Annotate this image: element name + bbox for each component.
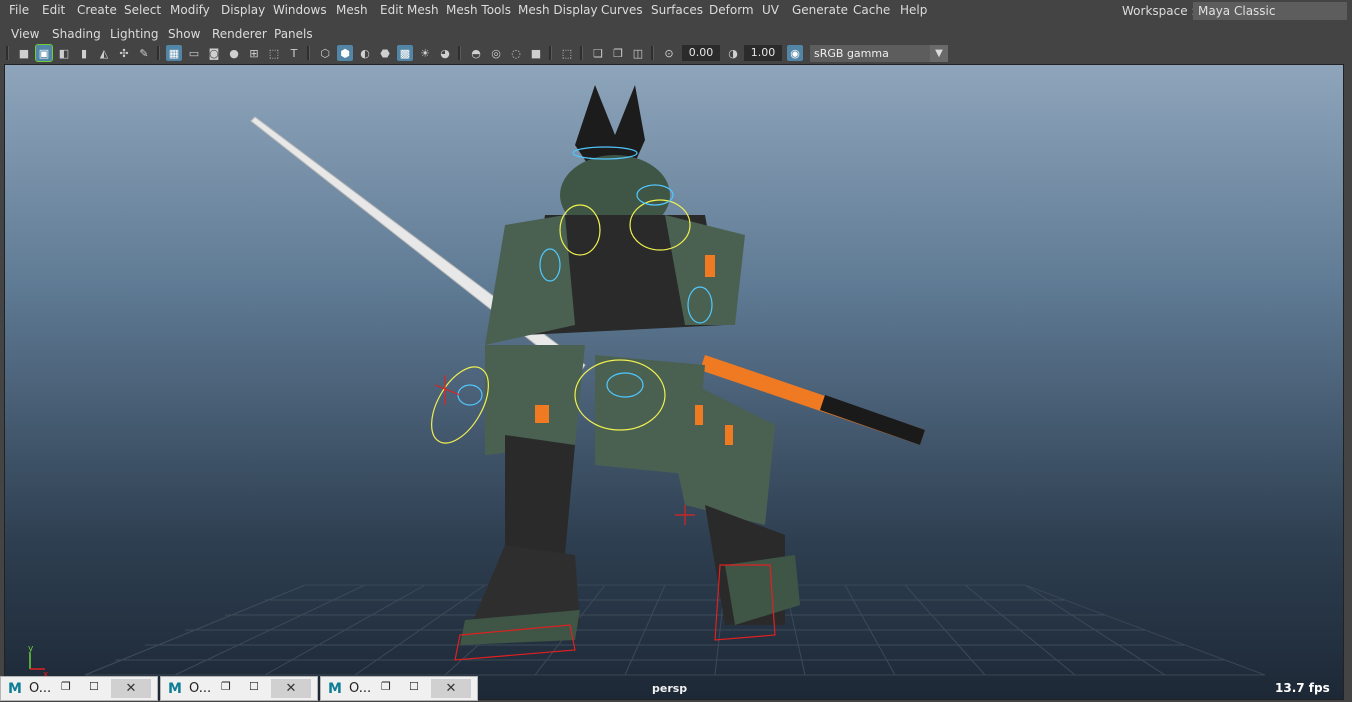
- menu-help[interactable]: Help: [900, 3, 927, 17]
- menu-modify[interactable]: Modify: [170, 3, 210, 17]
- window-title: O...: [349, 681, 372, 696]
- menu-uv[interactable]: UV: [762, 3, 779, 17]
- camera-attributes-icon[interactable]: ▣: [35, 44, 53, 62]
- ground-grid: [84, 584, 1266, 676]
- menu-edit-mesh[interactable]: Edit Mesh: [380, 3, 439, 17]
- maya-icon: M: [8, 681, 22, 697]
- workspace-label: Workspace :: [1122, 4, 1196, 18]
- menu-mesh-tools[interactable]: Mesh Tools: [446, 3, 511, 17]
- anti-aliasing-icon[interactable]: ◌: [508, 45, 524, 61]
- wireframe-icon[interactable]: ⬡: [317, 45, 333, 61]
- menu-create[interactable]: Create: [77, 3, 117, 17]
- menu-curves[interactable]: Curves: [601, 3, 643, 17]
- panel-menu-shading[interactable]: Shading: [52, 27, 101, 41]
- viewport-persp[interactable]: y x persp 13.7 fps: [4, 64, 1344, 700]
- panel-menu-show[interactable]: Show: [168, 27, 200, 41]
- grid-icon[interactable]: ▦: [166, 45, 182, 61]
- view-transform-icon[interactable]: ◉: [787, 45, 803, 61]
- menu-windows[interactable]: Windows: [273, 3, 327, 17]
- toolbar-separator: [307, 46, 310, 60]
- camera-name-label: persp: [652, 682, 688, 695]
- fps-display: 13.7 fps: [1275, 681, 1330, 695]
- wireframe-on-shaded-icon[interactable]: ⬣: [377, 45, 393, 61]
- menu-mesh-display[interactable]: Mesh Display: [518, 3, 598, 17]
- restore-icon[interactable]: ❐: [61, 680, 71, 693]
- bookmark-icon[interactable]: ▮: [76, 45, 92, 61]
- restore-icon[interactable]: ❐: [221, 680, 231, 693]
- window-title: O...: [189, 681, 212, 696]
- toolbar-separator: [6, 46, 9, 60]
- panel-menu-renderer[interactable]: Renderer: [212, 27, 267, 41]
- panel-menu-view[interactable]: View: [11, 27, 39, 41]
- safe-title-icon[interactable]: T: [286, 45, 302, 61]
- screen-space-ao-icon[interactable]: ◓: [468, 45, 484, 61]
- panel-toolbar: ■ ▣ ◧ ▮ ◭ ✣ ✎ ▦ ▭ ◙ ● ⊞ ⬚ T ⬡ ⬢ ◐ ⬣ ▩ ☀ …: [4, 43, 1344, 64]
- field-chart-icon[interactable]: ⊞: [246, 45, 262, 61]
- close-icon[interactable]: ✕: [271, 679, 311, 698]
- bookmarks-icon[interactable]: ◧: [56, 45, 72, 61]
- main-menubar: File Edit Create Select Modify Display W…: [0, 0, 1352, 22]
- menu-deform[interactable]: Deform: [709, 3, 754, 17]
- depth-of-field-icon[interactable]: ■: [528, 45, 544, 61]
- smooth-shade-icon[interactable]: ⬢: [337, 45, 353, 61]
- gamma-icon[interactable]: ◑: [725, 45, 741, 61]
- toolbar-separator: [549, 46, 552, 60]
- maya-icon: M: [328, 681, 342, 697]
- textured-icon[interactable]: ▩: [397, 45, 413, 61]
- panel-menu-panels[interactable]: Panels: [274, 27, 313, 41]
- minimized-window[interactable]: M O... ❐ ☐ ✕: [320, 676, 478, 701]
- toolbar-separator: [651, 46, 654, 60]
- isolate-select-icon[interactable]: ⬚: [559, 45, 575, 61]
- panel-menubar: View Shading Lighting Show Renderer Pane…: [4, 23, 1344, 43]
- chevron-down-icon[interactable]: ▼: [930, 45, 948, 62]
- motion-blur-icon[interactable]: ◎: [488, 45, 504, 61]
- maximize-icon[interactable]: ☐: [89, 680, 99, 693]
- menu-generate[interactable]: Generate: [792, 3, 848, 17]
- window-title: O...: [29, 681, 52, 696]
- axis-gizmo: y x: [28, 644, 49, 680]
- color-management-select[interactable]: sRGB gamma: [810, 45, 930, 62]
- menu-select[interactable]: Select: [124, 3, 161, 17]
- toolbar-separator: [580, 46, 583, 60]
- maximize-icon[interactable]: ☐: [249, 680, 259, 693]
- default-material-icon[interactable]: ◐: [357, 45, 373, 61]
- restore-icon[interactable]: ❐: [381, 680, 391, 693]
- image-plane-icon[interactable]: ◭: [96, 45, 112, 61]
- exposure-field[interactable]: 0.00: [682, 45, 720, 61]
- menu-mesh[interactable]: Mesh: [336, 3, 368, 17]
- minimized-window[interactable]: M O... ❐ ☐ ✕: [0, 676, 158, 701]
- maximize-icon[interactable]: ☐: [409, 680, 419, 693]
- axis-y-label: y: [28, 644, 34, 654]
- workspace-select[interactable]: Maya Classic: [1193, 2, 1347, 20]
- resolution-gate-icon[interactable]: ◙: [206, 45, 222, 61]
- minimized-window[interactable]: M O... ❐ ☐ ✕: [160, 676, 318, 701]
- xray-active-components-icon[interactable]: ❐: [610, 45, 626, 61]
- exposure-icon[interactable]: ⊙: [661, 45, 677, 61]
- panel-menu-lighting[interactable]: Lighting: [110, 27, 159, 41]
- grease-pencil-icon[interactable]: ✎: [136, 45, 152, 61]
- menu-file[interactable]: File: [9, 3, 29, 17]
- film-gate-icon[interactable]: ▭: [186, 45, 202, 61]
- use-all-lights-icon[interactable]: ☀: [417, 45, 433, 61]
- minimized-windows-bar: M O... ❐ ☐ ✕ M O... ❐ ☐ ✕ M O... ❐ ☐ ✕: [0, 676, 480, 702]
- scene-render: y x: [28, 85, 1266, 680]
- xray-joints-icon[interactable]: ◫: [630, 45, 646, 61]
- gate-mask-icon[interactable]: ●: [226, 45, 242, 61]
- shadows-icon[interactable]: ◕: [437, 45, 453, 61]
- menu-display[interactable]: Display: [221, 3, 265, 17]
- toolbar-separator: [157, 46, 160, 60]
- character-model: [460, 85, 800, 645]
- menu-surfaces[interactable]: Surfaces: [651, 3, 703, 17]
- menu-cache[interactable]: Cache: [853, 3, 890, 17]
- maya-icon: M: [168, 681, 182, 697]
- close-icon[interactable]: ✕: [431, 679, 471, 698]
- 2d-pan-zoom-icon[interactable]: ✣: [116, 45, 132, 61]
- close-icon[interactable]: ✕: [111, 679, 151, 698]
- toolbar-separator: [458, 46, 461, 60]
- xray-icon[interactable]: ❏: [590, 45, 606, 61]
- gamma-field[interactable]: 1.00: [744, 45, 782, 61]
- safe-action-icon[interactable]: ⬚: [266, 45, 282, 61]
- menu-edit[interactable]: Edit: [42, 3, 65, 17]
- select-camera-icon[interactable]: ■: [16, 45, 32, 61]
